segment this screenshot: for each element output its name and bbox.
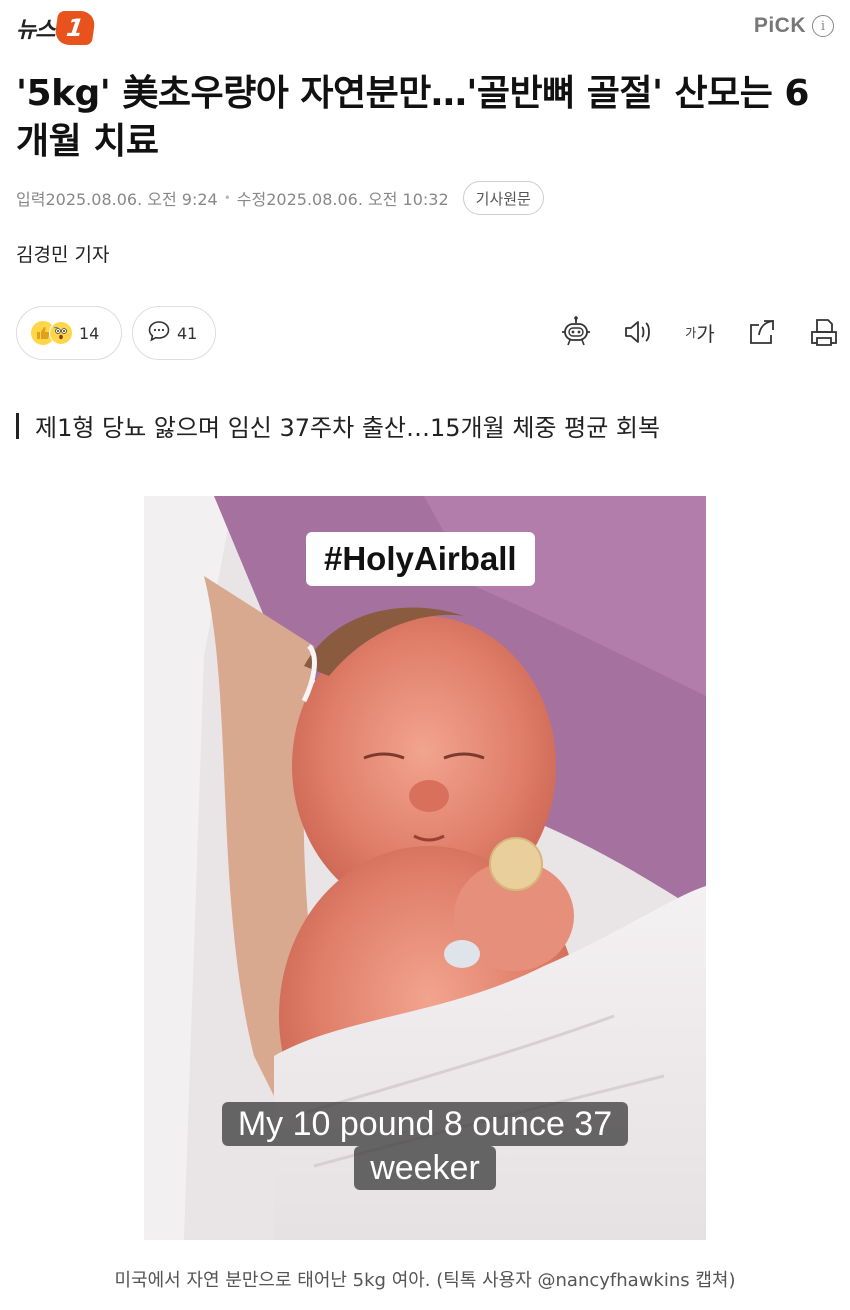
update-label: 수정 <box>236 190 267 209</box>
news1-logo[interactable]: 뉴스 1 <box>16 10 97 46</box>
pick-label: PiCK <box>753 14 806 37</box>
speaker-icon[interactable] <box>620 314 656 350</box>
photo-caption: 미국에서 자연 분만으로 태어난 5kg 여아. (틱톡 사용자 @nancyf… <box>114 1270 736 1291</box>
font-size-small-label: 가 <box>685 325 697 340</box>
comment-button[interactable]: 41 <box>132 306 216 360</box>
reporter-name[interactable]: 김경민 기자 <box>16 240 109 267</box>
input-datetime: 2025.08.06. 오전 9:24 <box>45 190 218 209</box>
comment-count: 41 <box>177 323 198 343</box>
reaction-count: 14 <box>79 323 100 343</box>
article-photo[interactable]: #HolyAirball My 10 pound 8 ounce 37 week… <box>144 496 706 1240</box>
meta-separator: • <box>223 191 231 205</box>
logo-badge: 1 <box>54 11 97 45</box>
print-icon[interactable] <box>806 314 842 350</box>
reaction-bar: 14 41 <box>16 306 216 360</box>
subheadline-text: 제1형 당뇨 앓으며 임신 37주차 출산…15개월 체중 평균 회복 <box>35 414 661 442</box>
overlay-caption-line-1: My 10 pound 8 ounce 37 <box>221 1102 629 1146</box>
info-icon[interactable]: i <box>812 15 834 37</box>
top-bar: 뉴스 1 PiCK i <box>0 0 850 58</box>
robot-icon[interactable] <box>558 314 594 350</box>
reaction-emojis <box>31 321 73 345</box>
article-meta: 입력 2025.08.06. 오전 9:24 • 수정 2025.08.06. … <box>16 180 544 216</box>
original-article-button[interactable]: 기사원문 <box>462 181 544 215</box>
share-icon[interactable] <box>744 314 780 350</box>
logo-text: 뉴스 <box>16 18 55 43</box>
photo-hashtag-label: #HolyAirball <box>306 532 535 586</box>
subheadline-bar <box>16 412 19 439</box>
article-subheadline: 제1형 당뇨 앓으며 임신 37주차 출산…15개월 체중 평균 회복 <box>16 408 660 443</box>
overlay-caption-line-2: weeker <box>354 1146 496 1190</box>
photo-caption-overlay: My 10 pound 8 ounce 37 weeker <box>144 1102 706 1190</box>
surprised-face-icon <box>49 321 73 345</box>
font-size-icon[interactable]: 가가 <box>682 314 718 350</box>
reaction-button[interactable]: 14 <box>16 306 122 360</box>
article-tools: 가가 <box>558 314 842 350</box>
font-size-large-label: 가 <box>696 321 715 346</box>
pick-badge[interactable]: PiCK i <box>754 14 834 38</box>
input-label: 입력 <box>16 190 46 209</box>
update-datetime: 2025.08.06. 오전 10:32 <box>266 190 449 209</box>
article-headline: '5kg' 美초우량아 자연분만…'골반뼈 골절' 산모는 6개월 치료 <box>16 73 809 162</box>
comment-bubble-icon <box>147 320 171 346</box>
